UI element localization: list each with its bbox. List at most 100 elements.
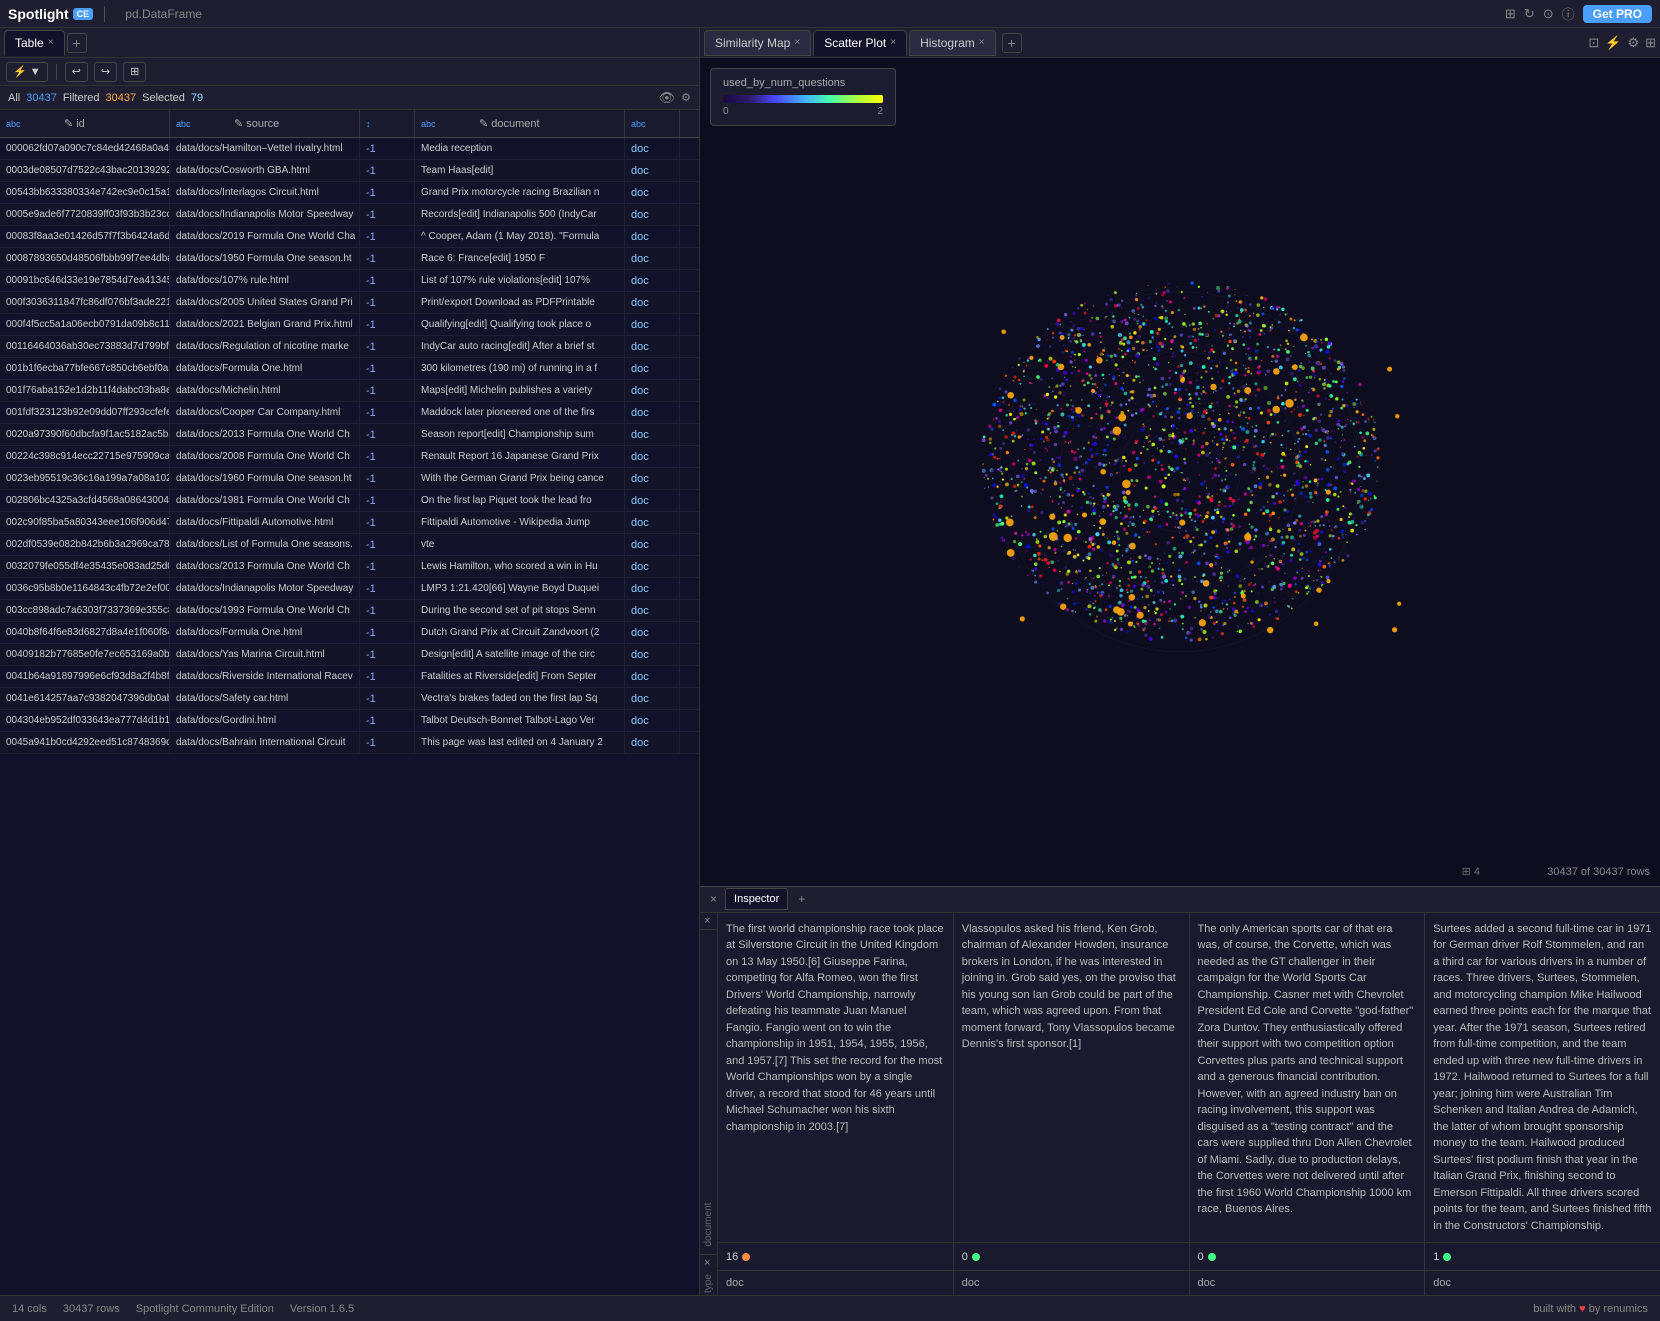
cell-id: 0023eb95519c36c16a199a7a08a102f12 [0, 468, 170, 489]
table-row[interactable]: 00083f8aa3e01426d57f7f3b6424a6d8e data/d… [0, 226, 699, 248]
cell-id: 0041e614257aa7c9382047396db0abe3 [0, 688, 170, 709]
get-pro-button[interactable]: Get PRO [1583, 5, 1652, 23]
table-row[interactable]: 0036c95b8b0e1164843c4fb72e2ef00fa data/d… [0, 578, 699, 600]
dot-1 [742, 1253, 750, 1261]
expand-icon[interactable]: ⊡ [1588, 35, 1599, 51]
cell-id: 00224c398c914ecc22715e975909ca597 [0, 446, 170, 467]
scatter-plot-tab[interactable]: Scatter Plot × [813, 30, 907, 56]
table-row[interactable]: 000062fd07a090c7c84ed42468a0a4b7f data/d… [0, 138, 699, 160]
histogram-close[interactable]: × [979, 37, 985, 48]
table-row[interactable]: 0040b8f64f6e83d6827d8a4e1f060f844c data/… [0, 622, 699, 644]
settings-icon[interactable]: ⚙ [681, 91, 691, 104]
table-row[interactable]: 000f3036311847fc86df076bf3ade2218 data/d… [0, 292, 699, 314]
table-row[interactable]: 0041e614257aa7c9382047396db0abe3 data/do… [0, 688, 699, 710]
table-row[interactable]: 002806bc4325a3cfd4568a086430041bc data/d… [0, 490, 699, 512]
table-row[interactable]: 002c90f85ba5a80343eee106f906d4765 data/d… [0, 512, 699, 534]
table-row[interactable]: 0003de08507d7522c43bac201392929f data/do… [0, 160, 699, 182]
cell-id: 004304eb952df033643ea777d4d1b160 [0, 710, 170, 731]
table-row[interactable]: 001f76aba152e1d2b11f4dabc03ba8e6e data/d… [0, 380, 699, 402]
inspector-close[interactable]: × [706, 892, 721, 906]
right-panel: Similarity Map × Scatter Plot × Histogra… [700, 28, 1660, 1295]
table-row[interactable]: 002df0539e082b842b6b3a2969ca7872 data/do… [0, 534, 699, 556]
cell-source: data/docs/1993 Formula One World Ch [170, 600, 360, 621]
cell-page: -1 [360, 248, 415, 269]
val-4-text: 1 [1433, 1251, 1439, 1263]
cell-type: doc [625, 710, 680, 731]
add-right-tab-button[interactable]: + [1002, 33, 1022, 53]
visibility-icon[interactable]: 👁 [659, 90, 676, 106]
cell-page: -1 [360, 358, 415, 379]
cell-source: data/docs/Yas Marina Circuit.html [170, 644, 360, 665]
table-row[interactable]: 0023eb95519c36c16a199a7a08a102f12 data/d… [0, 468, 699, 490]
table-tab-label: Table [15, 36, 44, 50]
cell-type: doc [625, 688, 680, 709]
cell-page: -1 [360, 204, 415, 225]
scatter-layout-icon[interactable]: ⊞ [1645, 35, 1656, 51]
inspector-x-btn[interactable]: × [704, 915, 710, 927]
th-source[interactable]: abc ✎ source [170, 110, 360, 137]
table-row[interactable]: 0041b64a91897996e6cf93d8a2f4b8ff4 data/d… [0, 666, 699, 688]
table-tab-close[interactable]: × [48, 37, 54, 48]
cell-doc: During the second set of pit stops Senn [415, 600, 625, 621]
table-row[interactable]: 0045a941b0cd4292eed51c8748369d7c data/do… [0, 732, 699, 754]
cell-doc: This page was last edited on 4 January 2 [415, 732, 625, 753]
cell-source: data/docs/Hamilton–Vettel rivalry.html [170, 138, 360, 159]
layout-button[interactable]: ⊞ [123, 62, 146, 82]
cell-page: -1 [360, 578, 415, 599]
similarity-map-tab[interactable]: Similarity Map × [704, 30, 811, 56]
sim-map-close[interactable]: × [794, 37, 800, 48]
inspector-add[interactable]: + [792, 892, 811, 906]
scatter-close[interactable]: × [890, 37, 896, 48]
th-source-type: abc [176, 119, 231, 129]
inspector-wrapper: × document × type [700, 913, 1660, 1296]
cell-doc: Renault Report 16 Japanese Grand Prix [415, 446, 625, 467]
table-row[interactable]: 000f4f5cc5a1a06ecb0791da09b8c11b4 data/d… [0, 314, 699, 336]
inspector-tab-bar: × Inspector + [700, 887, 1660, 913]
table-row[interactable]: 00224c398c914ecc22715e975909ca597 data/d… [0, 446, 699, 468]
scatter-settings-icon[interactable]: ⚙ [1627, 35, 1639, 51]
github-icon[interactable]: ⊙ [1543, 6, 1554, 22]
table-row[interactable]: 00543bb633380334e742ec9e0c15a18 data/doc… [0, 182, 699, 204]
cell-type: doc [625, 446, 680, 467]
inspector-type-row: doc doc doc doc [718, 1271, 1660, 1295]
table-row[interactable]: 004304eb952df033643ea777d4d1b160 data/do… [0, 710, 699, 732]
table-row[interactable]: 003cc898adc7a6303f7337369e355c881 data/d… [0, 600, 699, 622]
inspector-type-3: doc [1190, 1271, 1426, 1295]
info-icon[interactable]: ⓘ [1562, 4, 1575, 23]
cell-id: 002df0539e082b842b6b3a2969ca7872 [0, 534, 170, 555]
scatter-plot-svg[interactable] [700, 58, 1660, 886]
refresh-icon[interactable]: ↻ [1524, 6, 1535, 22]
table-row[interactable]: 0032079fe055df4e35435e083ad25d0ct data/d… [0, 556, 699, 578]
inspector-text-4: Surtees added a second full-time car in … [1433, 921, 1652, 1235]
cell-type: doc [625, 336, 680, 357]
cell-id: 002c90f85ba5a80343eee106f906d4765 [0, 512, 170, 533]
table-tab[interactable]: Table × [4, 30, 65, 56]
scatter-container[interactable]: used_by_num_questions 0 2 30437 of [700, 58, 1660, 886]
app-logo: Spotlight CE [8, 6, 93, 22]
inspector-x-btn2[interactable]: × [704, 1257, 710, 1269]
filter-scatter-icon[interactable]: ⚡ [1605, 35, 1621, 51]
undo-button[interactable]: ↩ [65, 62, 88, 82]
th-document[interactable]: abc ✎ document [415, 110, 625, 137]
table-body[interactable]: 000062fd07a090c7c84ed42468a0a4b7f data/d… [0, 138, 699, 1295]
table-row[interactable]: 001fdf323123b92e09dd07ff293ccfefeb data/… [0, 402, 699, 424]
th-id[interactable]: abc ✎ id [0, 110, 170, 137]
th-id-label: ✎ [64, 117, 73, 130]
table-row[interactable]: 00409182b77685e0fe7ec653169a0b11 data/do… [0, 644, 699, 666]
th-type[interactable]: abc ✎ type [625, 110, 680, 137]
table-row[interactable]: 0020a97390f60dbcfa9f1ac5182ac5b3e data/d… [0, 424, 699, 446]
table-row[interactable]: 00087893650d48506fbbb99f7ee4dba4 data/do… [0, 248, 699, 270]
cell-id: 0040b8f64f6e83d6827d8a4e1f060f844c [0, 622, 170, 643]
inspector-tab[interactable]: Inspector [725, 888, 788, 910]
table-row[interactable]: 001b1f6ecba77bfe667c850cb6ebf0a5e data/d… [0, 358, 699, 380]
table-row[interactable]: 00091bc646d33e19e7854d7ea41345c7 data/do… [0, 270, 699, 292]
add-tab-button[interactable]: + [67, 33, 87, 53]
grid-icon[interactable]: ⊞ [1505, 6, 1516, 22]
table-row[interactable]: 0005e9ade6f7720839ff03f93b3b23cc5 data/d… [0, 204, 699, 226]
edition-badge: CE [73, 8, 94, 20]
histogram-tab[interactable]: Histogram × [909, 30, 996, 56]
th-page[interactable]: ↕ ✎ page [360, 110, 415, 137]
redo-button[interactable]: ↪ [94, 62, 117, 82]
table-row[interactable]: 00116464036ab30ec73883d7d799bfcd data/do… [0, 336, 699, 358]
filter-button[interactable]: ⚡ ▼ [6, 62, 48, 82]
